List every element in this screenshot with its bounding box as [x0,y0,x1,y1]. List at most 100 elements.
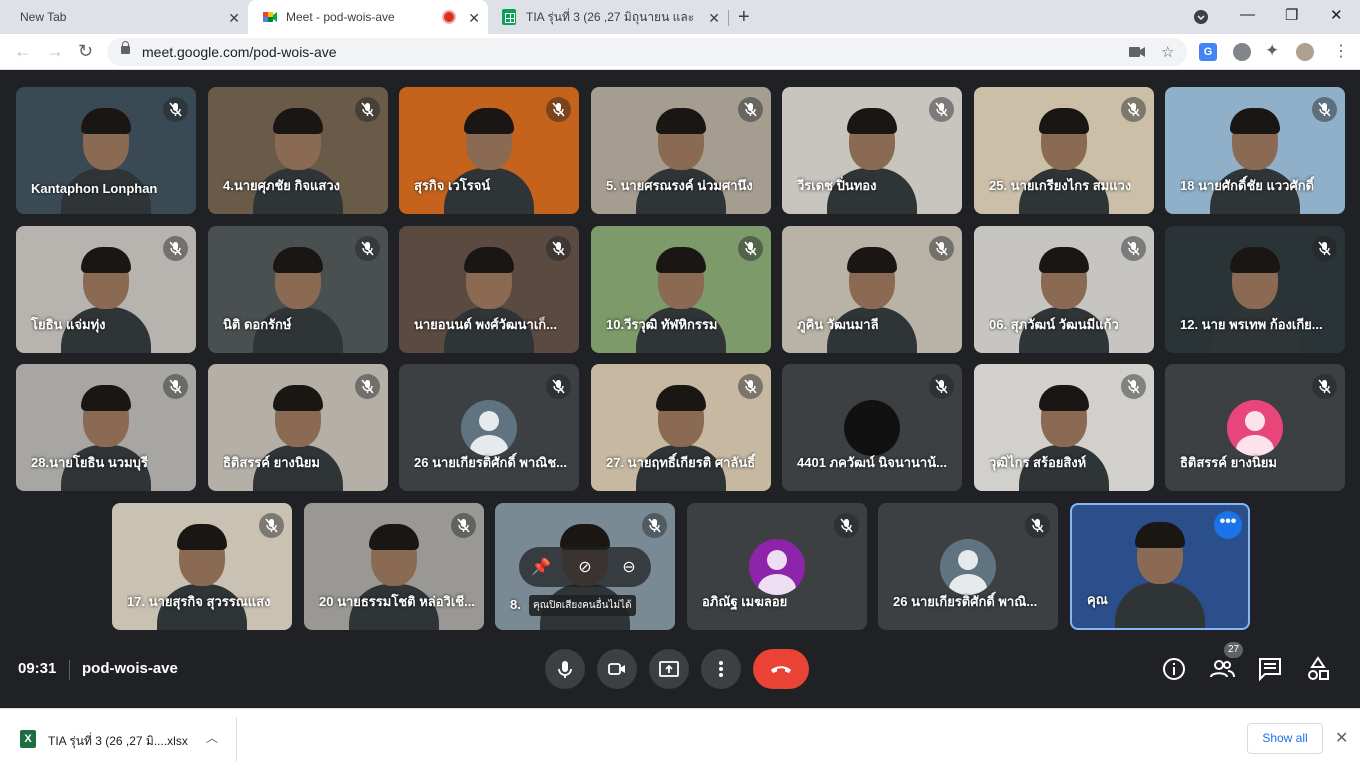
download-file-name: TIA รุ่นที่ 3 (26 ,27 มิ....xlsx [48,734,188,748]
extension-icon[interactable] [1233,43,1251,61]
mic-off-icon [546,97,571,122]
participant-tile[interactable]: 4401 ภควัฒน์ นิจนานาน้... [782,364,962,491]
mic-off-icon [1121,236,1146,261]
participant-name: อภิณัฐ เมฆลอย [702,594,788,609]
participant-tile[interactable]: Kantaphon Lonphan [16,87,196,214]
tab-sheet[interactable]: TIA รุ่นที่ 3 (26 ,27 มิถุนายน และ 3 ,4 … [488,0,728,34]
participant-name: 25. นายเกรียงไกร สมแวง [989,178,1132,193]
participant-video [253,381,343,491]
participant-name: 10.วีรวุฒิ ทัฬหิกรรม [606,317,718,332]
tab-close-icon[interactable]: ✕ [468,10,480,27]
participant-name: ธิติสรรค์ ยางนิยม [223,455,320,470]
mic-off-icon [929,374,954,399]
forward-icon[interactable]: → [46,41,64,62]
mic-off-icon [1025,513,1050,538]
tab-title: New Tab [20,10,67,24]
self-video-tile[interactable]: คุณ ••• [1070,503,1250,630]
participant-tile[interactable]: นิติ ดอกรักษ์ [208,226,388,353]
participant-tile[interactable]: สุรกิจ เวโรจน์ [399,87,579,214]
participant-video [444,243,534,353]
participant-name: 26 นายเกียรติศักดิ์ พาณิช... [414,455,567,470]
profile-avatar-icon[interactable] [1296,43,1314,61]
participant-video [1115,518,1205,628]
new-tab-plus-icon[interactable]: + [738,6,750,29]
participant-video [636,381,726,491]
tab-meet[interactable]: Meet - pod-wois-ave ✕ [248,0,488,34]
participant-video [253,104,343,214]
participant-tile[interactable]: ธิติสรรค์ ยางนิยม [1165,364,1345,491]
more-options-button[interactable] [701,649,741,689]
sheets-favicon-icon [502,9,516,25]
participant-name: 27. นายฤทธิ์เกียรติ ศาลันธิ์ [606,455,756,470]
participant-tile[interactable]: 12. นาย พรเทพ ก้องเกีย... [1165,226,1345,353]
participant-tile[interactable]: 8. 📌 ⊘ ⊖ คุณปิดเสียงคนอื่นไม่ได้ [495,503,675,630]
participant-tile[interactable]: ธิติสรรค์ ยางนิยม [208,364,388,491]
participant-count-badge: 27 [1224,642,1243,658]
meeting-details-icon[interactable] [1160,655,1188,683]
window-close-icon[interactable]: ✕ [1330,6,1343,24]
participant-tile[interactable]: 06. สุภวัฒน์ วัฒนมีแก้ว [974,226,1154,353]
participant-tile[interactable]: โยธิน แจ่มทุ่ง [16,226,196,353]
participant-tile[interactable]: 10.วีรวุฒิ ทัฬหิกรรม [591,226,771,353]
participant-avatar [940,539,996,595]
participant-tile[interactable]: ภูคิน วัฒนมาลี [782,226,962,353]
menu-kebab-icon[interactable]: ⋮ [1333,41,1349,61]
participant-tile[interactable]: นายอนนต์ พงศ์วัฒนาเก็... [399,226,579,353]
participant-tile[interactable]: 28.นายโยธิน นวมบุรี [16,364,196,491]
reload-icon[interactable]: ↻ [78,41,93,62]
microphone-icon [558,661,572,678]
mute-participant-icon[interactable]: ⊘ [575,557,595,577]
activities-icon[interactable] [1304,655,1332,683]
back-icon[interactable]: ← [14,41,32,62]
tab-close-icon[interactable]: ✕ [708,10,720,27]
participant-tile[interactable]: วุฒิไกร สร้อยสิงห์ [974,364,1154,491]
tab-title: Meet - pod-wois-ave [286,10,395,24]
participant-tile[interactable]: อภิณัฐ เมฆลอย [687,503,867,630]
participant-avatar [461,400,517,456]
participant-tile[interactable]: 27. นายฤทธิ์เกียรติ ศาลันธิ์ [591,364,771,491]
mic-off-icon [1312,374,1337,399]
camera-permission-icon[interactable] [1129,46,1145,58]
bookmark-star-icon[interactable]: ☆ [1161,43,1174,61]
minimize-icon[interactable]: — [1240,6,1255,23]
leave-call-button[interactable] [753,649,809,689]
participant-tile[interactable]: 4.นายศุภชัย กิจแสวง [208,87,388,214]
camera-button[interactable] [597,649,637,689]
address-bar[interactable]: meet.google.com/pod-wois-ave ☆ [107,38,1187,66]
participant-tile[interactable]: 17. นายสุรกิจ สุวรรณแสง [112,503,292,630]
participant-tile[interactable]: 26 นายเกียรติศักดิ์ พาณิ... [878,503,1058,630]
puzzle-extensions-icon[interactable]: ✦ [1265,41,1283,60]
mic-off-icon [738,374,763,399]
participant-tile[interactable]: 25. นายเกรียงไกร สมแวง [974,87,1154,214]
mic-off-icon [1312,236,1337,261]
tab-new-tab[interactable]: New Tab ✕ [8,0,248,34]
people-icon[interactable] [1208,655,1236,683]
participant-video [1210,104,1300,214]
participant-name: Kantaphon Lonphan [31,181,158,196]
participant-tile[interactable]: 18 นายศักดิ์ชัย แววศักดิ์ [1165,87,1345,214]
participant-name: 8. [510,597,521,612]
participant-grid: Kantaphon Lonphan 4.นายศุภชัย กิจแสวง สุรก… [0,71,1360,641]
download-shelf: X TIA รุ่นที่ 3 (26 ,27 มิ....xlsx ︿ Sho… [0,708,1360,768]
microphone-button[interactable] [545,649,585,689]
remove-icon[interactable]: ⊖ [619,557,639,577]
participant-name: วีรเดช ปิ่นทอง [797,178,877,193]
show-all-button[interactable]: Show all [1247,723,1323,754]
participant-video [827,104,917,214]
pin-icon[interactable]: 📌 [531,557,551,577]
chat-icon[interactable] [1256,655,1284,683]
more-options-icon[interactable]: ••• [1214,511,1242,539]
participant-tile[interactable]: 26 นายเกียรติศักดิ์ พาณิช... [399,364,579,491]
restore-icon[interactable]: ❐ [1285,6,1298,24]
translate-extension-icon[interactable]: G [1199,43,1217,61]
tab-search-icon[interactable] [1193,9,1209,25]
participant-tile[interactable]: 20 นายธรรมโชติ หล่อวิเชี... [304,503,484,630]
present-screen-button[interactable] [649,649,689,689]
participant-tile[interactable]: 5. นายศรณรงค์ น่วมศานึง [591,87,771,214]
mic-off-icon [163,97,188,122]
chevron-up-icon[interactable]: ︿ [206,729,218,746]
tab-close-icon[interactable]: ✕ [228,10,240,27]
participant-tile[interactable]: วีรเดช ปิ่นทอง [782,87,962,214]
close-shelf-icon[interactable]: ✕ [1335,728,1348,748]
participant-video [444,104,534,214]
